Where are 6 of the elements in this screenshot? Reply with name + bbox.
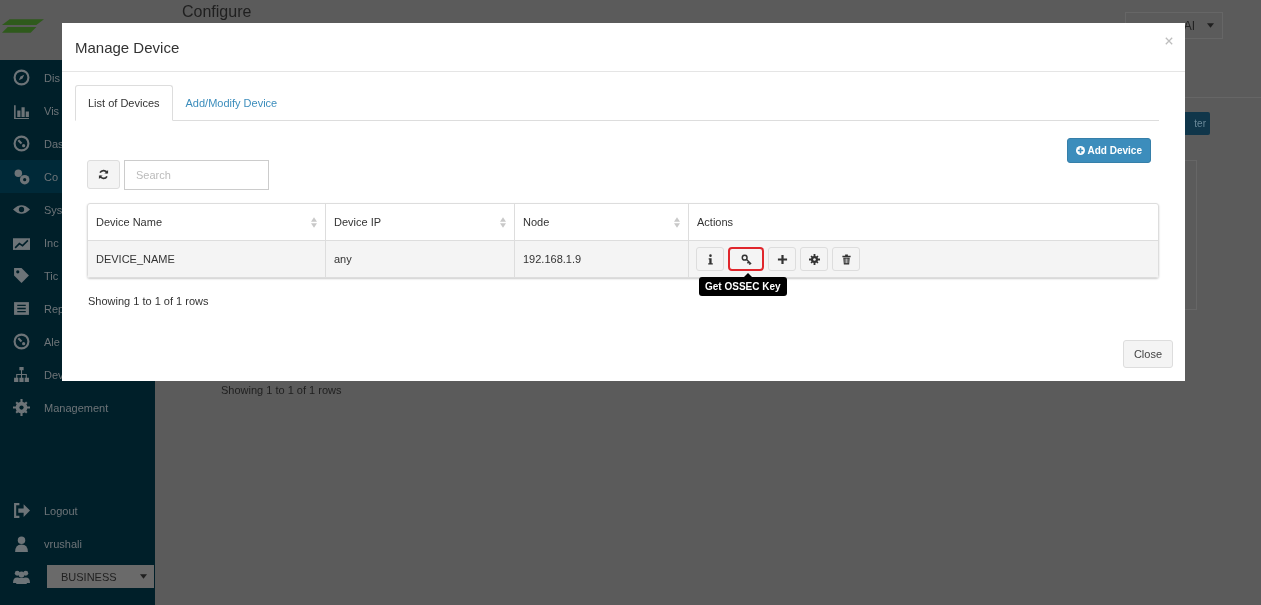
status-text: Showing 1 to 1 of 1 rows	[88, 295, 210, 307]
table-cell: 192.168.1.9	[515, 241, 689, 277]
table-cell: DEVICE_NAME	[88, 241, 326, 277]
page-title: Configure	[182, 3, 252, 21]
modal-title: Manage Device	[75, 38, 180, 56]
table-cell: any	[326, 241, 515, 277]
